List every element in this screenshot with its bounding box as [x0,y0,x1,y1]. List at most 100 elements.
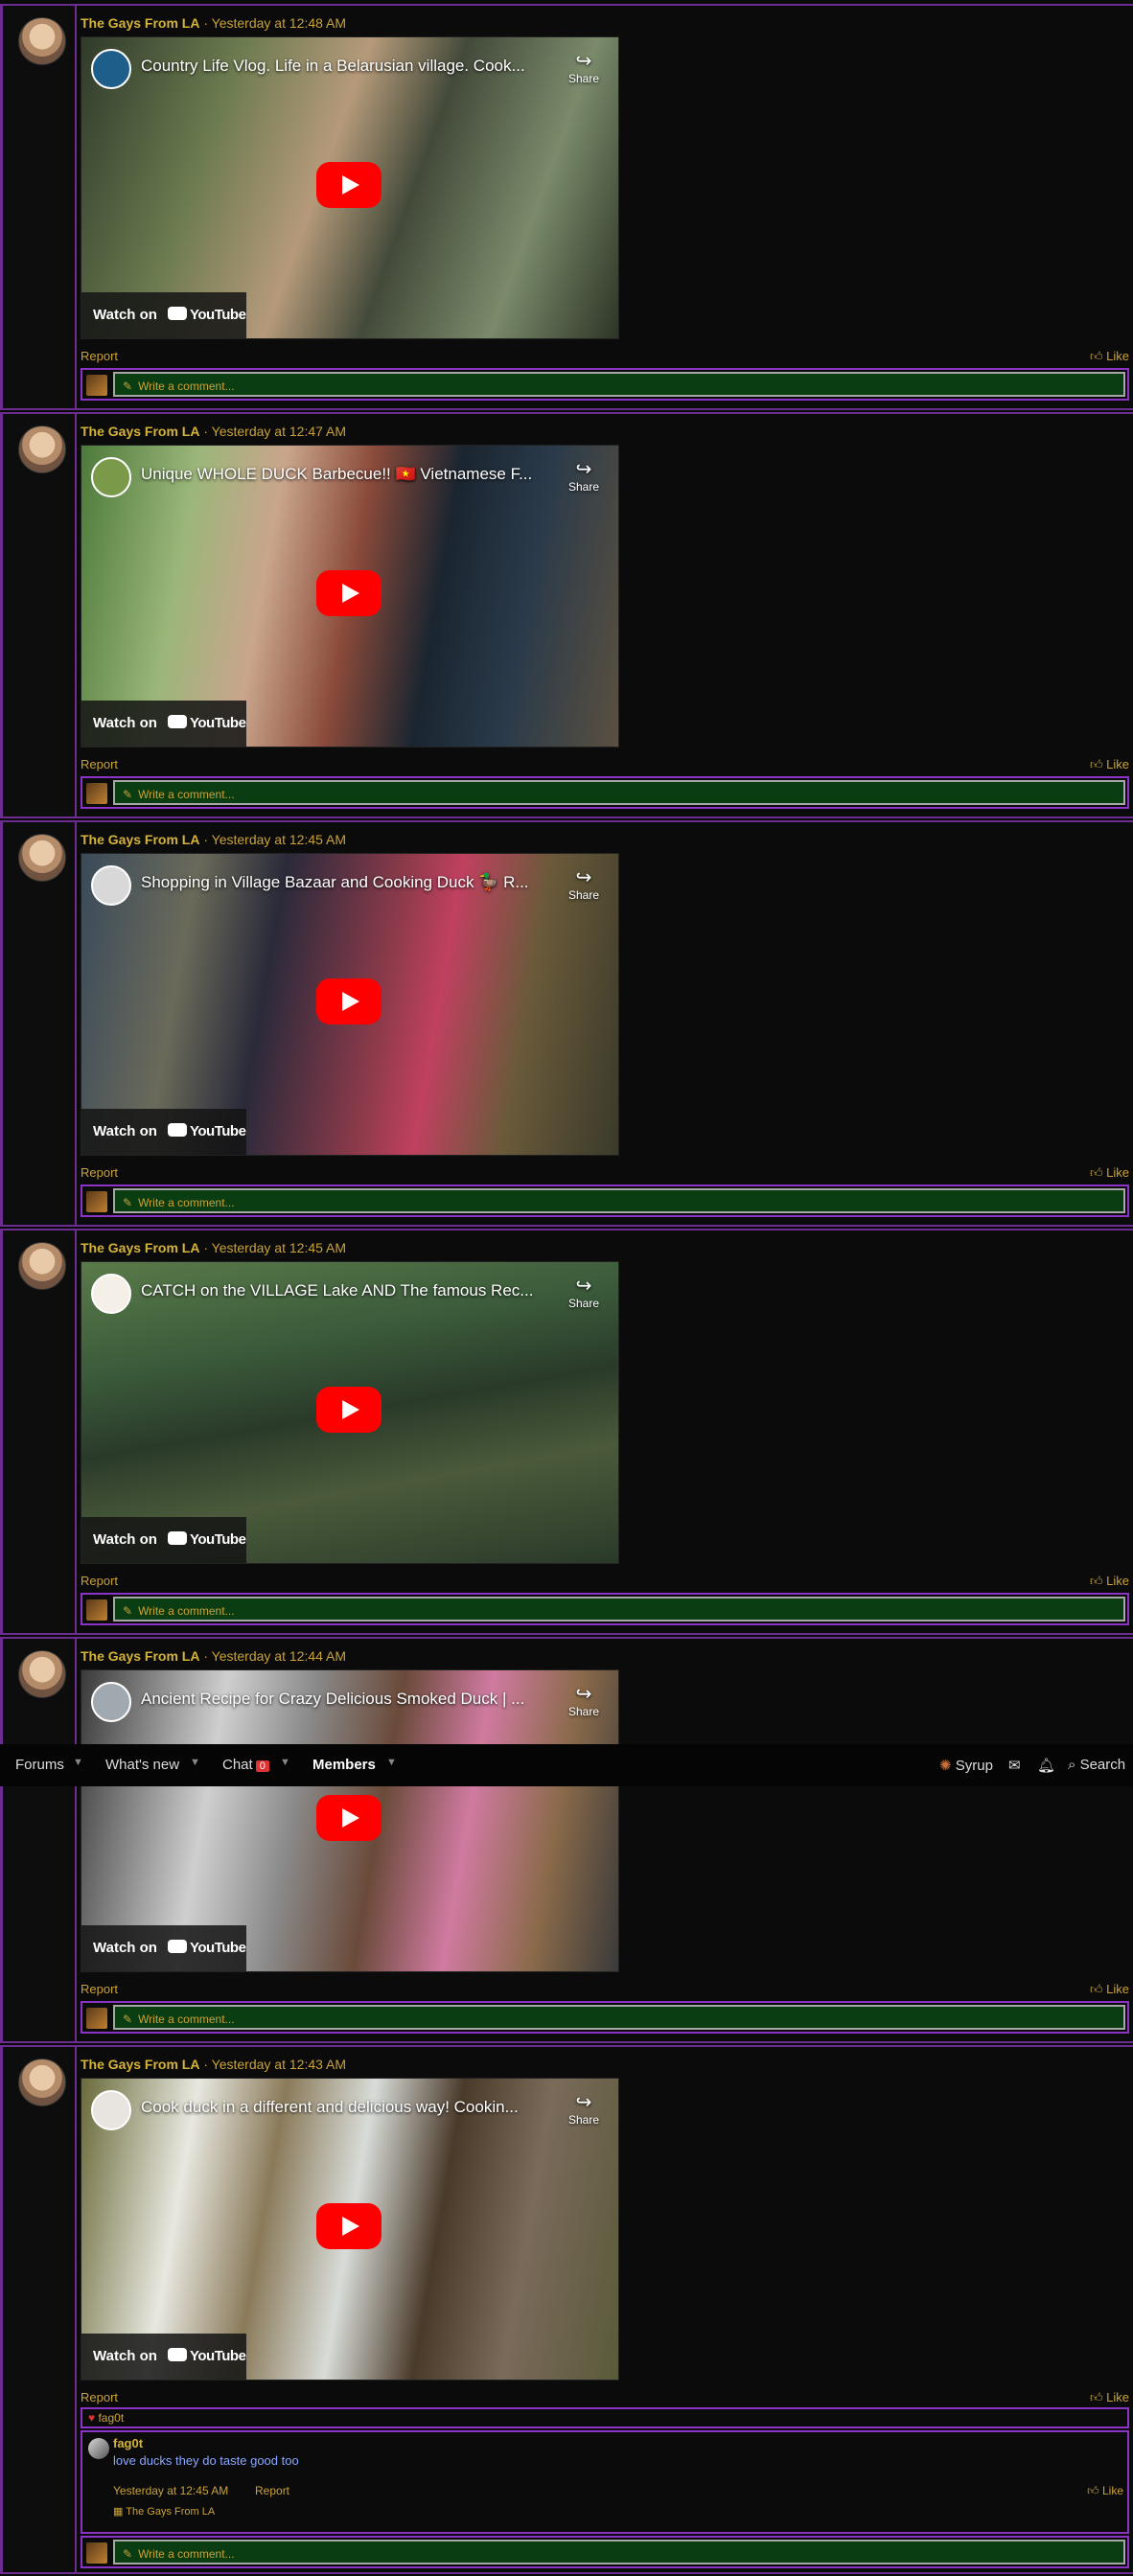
author-link[interactable]: The Gays From LA [81,2057,199,2072]
play-button[interactable] [316,1795,382,1841]
comment-bar: ✎ Write a comment... [81,1593,1129,1625]
youtube-logo: YouTube [168,1123,246,1139]
avatar[interactable] [18,1650,66,1698]
video-title[interactable]: Cook duck in a different and delicious w… [141,2098,519,2117]
comment-input[interactable]: ✎ Write a comment... [113,372,1125,397]
reply-author[interactable]: fag0t [113,2436,143,2450]
author-link[interactable]: The Gays From LA [81,1648,199,1664]
sticky-nav-bar: Forums ▼ What's new ▼ Chat 0 ▼ Members ▼ … [0,1744,1133,1786]
bell-icon[interactable]: 🔔︎ [1037,1757,1055,1774]
video-title[interactable]: Country Life Vlog. Life in a Belarusian … [141,57,525,76]
share-button[interactable]: ↪ Share [565,867,603,902]
nav-forums[interactable]: Forums [15,1757,64,1773]
chevron-down-icon[interactable]: ▼ [73,1757,83,1768]
video-title[interactable]: Unique WHOLE DUCK Barbecue!! 🇻🇳 Vietname… [141,465,532,484]
avatar[interactable] [18,834,66,882]
nav-members[interactable]: Members [312,1757,376,1773]
post-timestamp[interactable]: Yesterday at 12:45 AM [212,1240,346,1255]
reactor-name[interactable]: fag0t [98,2411,124,2425]
author-link[interactable]: The Gays From LA [81,424,199,439]
play-button[interactable] [316,570,382,616]
like-button[interactable]: 👍︎ Like [1090,2390,1129,2405]
watch-on-youtube-button[interactable]: Watch on YouTube [81,1925,246,1971]
play-button[interactable] [316,162,382,208]
share-button[interactable]: ↪ Share [565,51,603,85]
author-link[interactable]: The Gays From LA [81,15,199,31]
report-link[interactable]: Report [81,757,118,771]
share-icon: ↪ [575,459,592,480]
post-timestamp[interactable]: Yesterday at 12:47 AM [212,424,346,439]
play-button[interactable] [316,2203,382,2249]
avatar-column [0,822,77,1225]
nav-whats-new[interactable]: What's new [105,1757,179,1773]
watch-on-youtube-button[interactable]: Watch on YouTube [81,1517,246,1563]
comment-input[interactable]: ✎ Write a comment... [113,1597,1125,1622]
share-icon: ↪ [575,2092,592,2113]
post-timestamp[interactable]: Yesterday at 12:45 AM [212,832,346,847]
current-user-avatar [86,375,107,396]
youtube-embed[interactable]: Cook duck in a different and delicious w… [81,2078,619,2380]
avatar[interactable] [18,17,66,65]
share-button[interactable]: ↪ Share [565,2092,603,2127]
video-title[interactable]: Shopping in Village Bazaar and Cooking D… [141,873,529,892]
share-button[interactable]: ↪ Share [565,459,603,494]
avatar[interactable] [18,1242,66,1290]
channel-icon[interactable] [91,1682,131,1722]
avatar[interactable] [18,426,66,473]
like-button[interactable]: 👍︎ Like [1090,349,1129,364]
envelope-icon[interactable]: ✉ [1008,1757,1021,1774]
report-link[interactable]: Report [81,1165,118,1180]
avatar[interactable] [18,2058,66,2106]
youtube-embed[interactable]: Country Life Vlog. Life in a Belarusian … [81,36,619,339]
thumbs-up-icon: 👍︎ [1089,757,1107,771]
watch-on-youtube-button[interactable]: Watch on YouTube [81,2334,246,2380]
watch-on-youtube-button[interactable]: Watch on YouTube [81,292,246,338]
comment-input[interactable]: ✎ Write a comment... [113,780,1125,805]
reply-report-link[interactable]: Report [255,2484,289,2497]
author-link[interactable]: The Gays From LA [81,832,199,847]
reply-like-button[interactable]: 👍︎ Like [1087,2484,1123,2498]
chevron-down-icon[interactable]: ▼ [190,1757,200,1768]
post-timestamp[interactable]: Yesterday at 12:48 AM [212,15,346,31]
report-link[interactable]: Report [81,1574,118,1588]
watch-on-youtube-button[interactable]: Watch on YouTube [81,1109,246,1155]
video-title[interactable]: CATCH on the VILLAGE Lake AND The famous… [141,1281,533,1300]
youtube-embed[interactable]: CATCH on the VILLAGE Lake AND The famous… [81,1261,619,1564]
share-button[interactable]: ↪ Share [565,1684,603,1718]
channel-icon[interactable] [91,2090,131,2130]
play-button[interactable] [316,978,382,1024]
report-link[interactable]: Report [81,2390,118,2404]
play-button[interactable] [316,1387,382,1433]
chevron-down-icon[interactable]: ▼ [280,1757,290,1768]
comment-input[interactable]: ✎ Write a comment... [113,2005,1125,2030]
youtube-embed[interactable]: Unique WHOLE DUCK Barbecue!! 🇻🇳 Vietname… [81,445,619,748]
like-button[interactable]: 👍︎ Like [1090,1982,1129,1997]
watch-on-youtube-button[interactable]: Watch on YouTube [81,701,246,747]
comment-input[interactable]: ✎ Write a comment... [113,1188,1125,1213]
channel-icon[interactable] [91,457,131,497]
post-timestamp[interactable]: Yesterday at 12:44 AM [212,1648,346,1664]
chevron-down-icon[interactable]: ▼ [386,1757,397,1768]
report-link[interactable]: Report [81,1982,118,1996]
youtube-embed[interactable]: Shopping in Village Bazaar and Cooking D… [81,853,619,1156]
comment-input[interactable]: ✎ Write a comment... [113,2540,1125,2564]
reply-timestamp[interactable]: Yesterday at 12:45 AM [113,2484,228,2497]
share-button[interactable]: ↪ Share [565,1276,603,1310]
like-button[interactable]: 👍︎ Like [1090,757,1129,772]
channel-icon[interactable] [91,49,131,89]
reply-avatar[interactable] [88,2438,109,2459]
author-link[interactable]: The Gays From LA [81,1240,199,1255]
channel-icon[interactable] [91,1274,131,1314]
youtube-embed[interactable]: Ancient Recipe for Crazy Delicious Smoke… [81,1669,619,1972]
channel-icon[interactable] [91,865,131,906]
video-title[interactable]: Ancient Recipe for Crazy Delicious Smoke… [141,1690,524,1709]
reaction-summary[interactable]: ♥ fag0t [81,2407,1129,2428]
search-button[interactable]: ⌕ Search [1068,1757,1125,1773]
like-button[interactable]: 👍︎ Like [1090,1165,1129,1181]
like-button[interactable]: 👍︎ Like [1090,1574,1129,1589]
post-timestamp[interactable]: Yesterday at 12:43 AM [212,2057,346,2072]
liked-by[interactable]: ▦ The Gays From LA [113,2505,215,2518]
report-link[interactable]: Report [81,349,118,363]
user-menu[interactable]: ✺ Syrup [939,1757,993,1774]
nav-chat[interactable]: Chat 0 [222,1757,269,1773]
